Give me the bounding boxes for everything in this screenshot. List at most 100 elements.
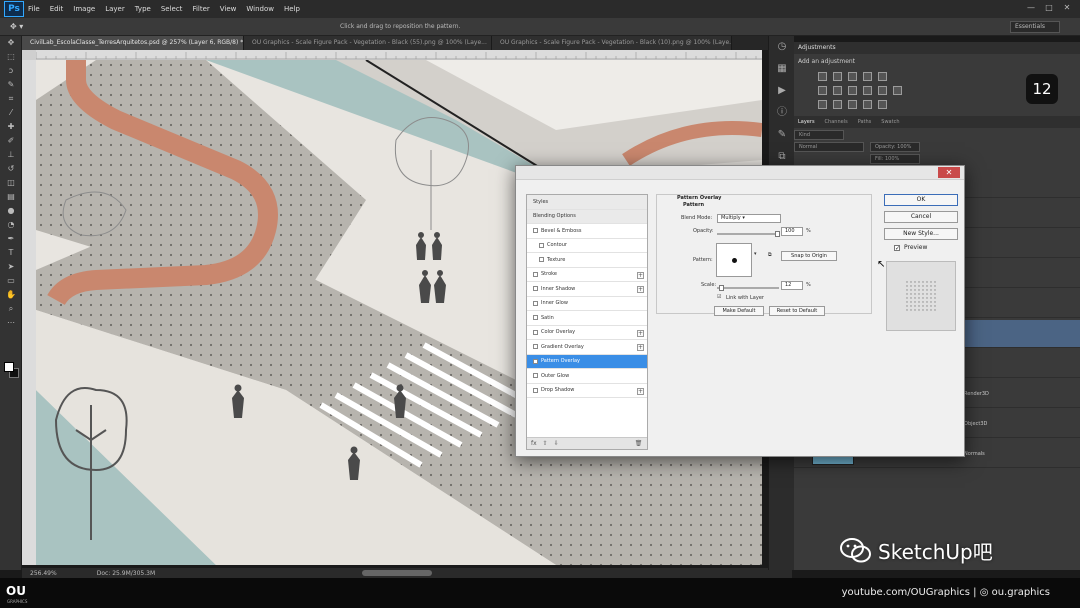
layer-opacity[interactable]: Opacity: 100% (870, 142, 920, 152)
opacity-input[interactable]: 100 (781, 227, 803, 236)
doc-tab[interactable]: OU Graphics - Scale Figure Pack - Vegeta… (244, 36, 492, 50)
hue-saturation-icon[interactable] (818, 85, 827, 95)
color-lookup-icon[interactable] (893, 85, 902, 95)
quick-select-tool-icon[interactable]: ✎ (0, 78, 22, 92)
marquee-tool-icon[interactable]: ⬚ (0, 50, 22, 64)
invert-icon[interactable] (818, 99, 827, 109)
style-checkbox[interactable] (539, 242, 544, 248)
style-item[interactable]: Outer Glow (527, 369, 647, 384)
style-item[interactable]: Contour (527, 239, 647, 253)
link-with-layer-checkbox[interactable]: ☑ (717, 294, 721, 300)
dodge-tool-icon[interactable]: ◔ (0, 218, 22, 232)
make-default-button[interactable]: Make Default (714, 306, 764, 316)
layer-fill[interactable]: Fill: 100% (870, 154, 920, 164)
reset-to-default-button[interactable]: Reset to Default (769, 306, 825, 316)
lasso-tool-icon[interactable]: ↄ (0, 64, 22, 78)
ok-button[interactable]: OK (884, 194, 958, 206)
style-item[interactable]: Inner Glow (527, 297, 647, 311)
eraser-tool-icon[interactable]: ◫ (0, 176, 22, 190)
style-item[interactable]: Satin (527, 311, 647, 326)
close-window-button[interactable]: ✕ (1060, 2, 1074, 14)
shape-tool-icon[interactable]: ▭ (0, 274, 22, 288)
opacity-slider[interactable] (717, 233, 779, 235)
hand-tool-icon[interactable]: ✋ (0, 288, 22, 302)
style-checkbox[interactable] (533, 387, 538, 393)
properties-icon[interactable]: ▦ (769, 58, 795, 80)
add-style-button[interactable]: + (637, 344, 644, 351)
tab-swatch[interactable]: Swatch (881, 116, 899, 128)
adjustments-tab[interactable]: Adjustments (798, 42, 836, 54)
menu-edit[interactable]: Edit (50, 5, 64, 13)
black-white-icon[interactable] (848, 85, 857, 95)
move-down-icon[interactable]: ⇩ (554, 440, 559, 447)
move-tool-icon[interactable]: ✥ ▾ (10, 22, 23, 31)
stamp-tool-icon[interactable]: ⊥ (0, 148, 22, 162)
exposure-icon[interactable] (863, 71, 872, 81)
style-checkbox[interactable] (533, 300, 538, 306)
history-brush-icon[interactable]: ↺ (0, 162, 22, 176)
move-up-icon[interactable]: ⇧ (543, 440, 548, 447)
cancel-button[interactable]: Cancel (884, 211, 958, 223)
dialog-close-button[interactable]: ✕ (938, 167, 960, 178)
menu-window[interactable]: Window (246, 5, 274, 13)
pen-tool-icon[interactable]: ✒ (0, 232, 22, 246)
zoom-tool-icon[interactable]: ⌕ (0, 302, 22, 316)
fx-icon[interactable]: fx (531, 440, 537, 447)
add-style-button[interactable]: + (637, 271, 644, 279)
style-checkbox[interactable] (533, 358, 538, 364)
style-checkbox[interactable] (533, 286, 538, 292)
style-checkbox[interactable] (539, 257, 544, 263)
menu-layer[interactable]: Layer (105, 5, 125, 13)
layer-blend-mode[interactable]: Normal (794, 142, 864, 152)
style-checkbox[interactable] (533, 228, 538, 234)
play-actions-icon[interactable]: ▶ (769, 80, 795, 102)
gradient-tool-icon[interactable]: ▤ (0, 190, 22, 204)
menu-view[interactable]: View (220, 5, 237, 13)
foreground-color-swatch[interactable] (4, 362, 14, 372)
preview-checkbox[interactable]: ✓ (894, 245, 900, 252)
workspace-select[interactable]: Essentials (1010, 20, 1060, 33)
style-item[interactable]: Texture (527, 253, 647, 268)
brightness-icon[interactable] (818, 71, 827, 81)
style-item[interactable]: Blending Options (527, 209, 647, 224)
style-item[interactable]: Bevel & Emboss (527, 224, 647, 239)
snap-to-origin-button[interactable]: Snap to Origin (781, 251, 837, 261)
blend-mode-select[interactable]: Multiply ▾ (717, 214, 781, 223)
brush-panel-icon[interactable]: ✎ (769, 124, 795, 146)
scale-input[interactable]: 12 (781, 281, 803, 290)
move-tool-icon[interactable]: ✥ (0, 36, 22, 50)
curves-icon[interactable] (848, 71, 857, 81)
more-tools-icon[interactable]: ⋯ (0, 316, 22, 330)
threshold-icon[interactable] (848, 99, 857, 109)
healing-tool-icon[interactable]: ✚ (0, 120, 22, 134)
menu-help[interactable]: Help (284, 5, 300, 13)
scale-slider-thumb[interactable] (719, 285, 724, 291)
tab-layers[interactable]: Layers (798, 116, 815, 128)
tab-channels[interactable]: Channels (825, 116, 848, 128)
style-checkbox[interactable] (533, 271, 538, 277)
style-item[interactable]: Color Overlay + (527, 326, 647, 340)
menu-select[interactable]: Select (161, 5, 183, 13)
eyedropper-tool-icon[interactable]: ⁄ (0, 106, 22, 120)
style-checkbox[interactable] (533, 344, 538, 350)
path-select-icon[interactable]: ➤ (0, 260, 22, 274)
add-style-button[interactable]: + (637, 329, 644, 337)
layer-kind-filter[interactable]: Kind (794, 130, 844, 140)
trash-icon[interactable]: 🗑 (635, 440, 643, 447)
vibrance-icon[interactable] (878, 71, 887, 81)
menu-file[interactable]: File (28, 5, 40, 13)
menu-image[interactable]: Image (73, 5, 95, 13)
minimize-button[interactable]: — (1024, 2, 1038, 14)
horizontal-scrollbar[interactable] (362, 570, 432, 576)
opacity-slider-thumb[interactable] (775, 231, 780, 237)
blur-tool-icon[interactable]: ● (0, 204, 22, 218)
style-item[interactable]: Drop Shadow + (527, 384, 647, 398)
crop-tool-icon[interactable]: ⌗ (0, 92, 22, 106)
style-item[interactable]: Pattern Overlay (527, 354, 647, 369)
zoom-level[interactable]: 256.49% (30, 570, 57, 577)
brush-tool-icon[interactable]: ✐ (0, 134, 22, 148)
pattern-swatch[interactable] (716, 243, 752, 277)
add-style-button[interactable]: + (637, 387, 644, 395)
channel-mixer-icon[interactable] (878, 85, 887, 95)
new-style-button[interactable]: New Style... (884, 228, 958, 240)
